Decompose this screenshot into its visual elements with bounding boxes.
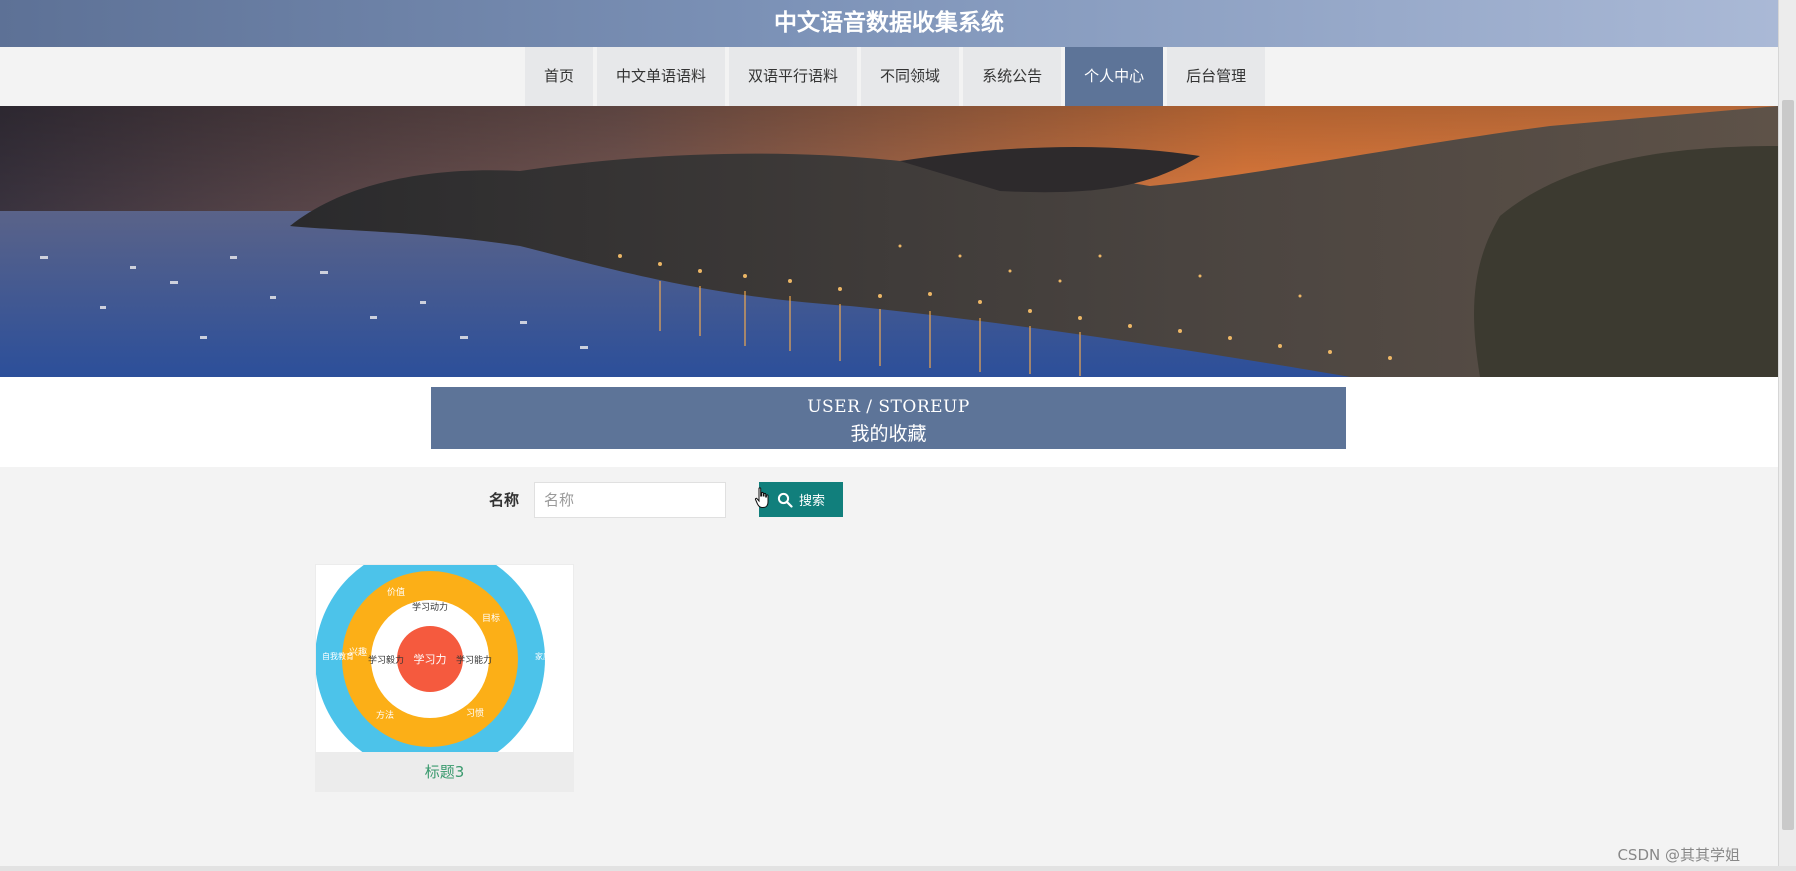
diagram-center-label: 学习力	[414, 652, 447, 666]
search-label: 名称	[489, 491, 520, 509]
hand-cursor-icon	[754, 487, 769, 508]
diagram-inner-label-2: 学习毅力	[368, 654, 404, 666]
diagram-middle-label-4: 方法	[376, 709, 394, 721]
nav-item-personal-center[interactable]: 个人中心	[1065, 47, 1164, 106]
hero-banner	[0, 106, 1778, 377]
search-input[interactable]	[534, 482, 726, 518]
section-title-en: USER / STOREUP	[807, 397, 970, 417]
search-button-label: 搜索	[798, 493, 825, 508]
nav-item-admin[interactable]: 后台管理	[1167, 47, 1266, 106]
diagram-outer-label-2: 家庭教育	[535, 651, 567, 661]
bottom-border	[0, 866, 1796, 871]
nav-item-chinese-monolingual-corpus[interactable]: 中文单语语料	[597, 47, 726, 106]
site-title: 中文语音数据收集系统	[0, 0, 1778, 47]
favorite-item-card[interactable]: 学习力 学习动力 学习毅力 学习能力 价值 目标 兴趣 方法 习惯 自我教育 家…	[315, 564, 574, 792]
nav-item-home[interactable]: 首页	[525, 47, 594, 106]
scrollbar-thumb[interactable]	[1782, 100, 1794, 830]
favorite-item-image: 学习力 学习动力 学习毅力 学习能力 价值 目标 兴趣 方法 习惯 自我教育 家…	[316, 565, 573, 752]
search-icon	[777, 492, 793, 508]
page: 中文语音数据收集系统 首页 中文单语语料 双语平行语料 不同领域 系统公告 个人…	[0, 0, 1778, 871]
diagram-inner-label-3: 学习能力	[456, 654, 492, 666]
diagram-middle-label-2: 目标	[482, 612, 500, 624]
nav-item-bilingual-parallel-corpus[interactable]: 双语平行语料	[729, 47, 858, 106]
nav-item-announcements[interactable]: 系统公告	[963, 47, 1062, 106]
watermark: CSDN @其其学姐	[1617, 846, 1740, 864]
diagram-inner-label-1: 学习动力	[412, 601, 448, 613]
diagram-middle-label-1: 价值	[387, 586, 405, 598]
section-title-cn: 我的收藏	[850, 423, 927, 445]
page-scrollbar[interactable]	[1778, 0, 1796, 871]
nav-item-domains[interactable]: 不同领域	[861, 47, 960, 106]
main-nav: 首页 中文单语语料 双语平行语料 不同领域 系统公告 个人中心 后台管理	[0, 47, 1778, 106]
section-header: USER / STOREUP 我的收藏	[431, 387, 1346, 449]
diagram-middle-label-5: 习惯	[466, 707, 484, 719]
diagram-outer-label-1: 自我教育	[322, 651, 354, 661]
favorite-item-title[interactable]: 标题3	[315, 761, 574, 782]
